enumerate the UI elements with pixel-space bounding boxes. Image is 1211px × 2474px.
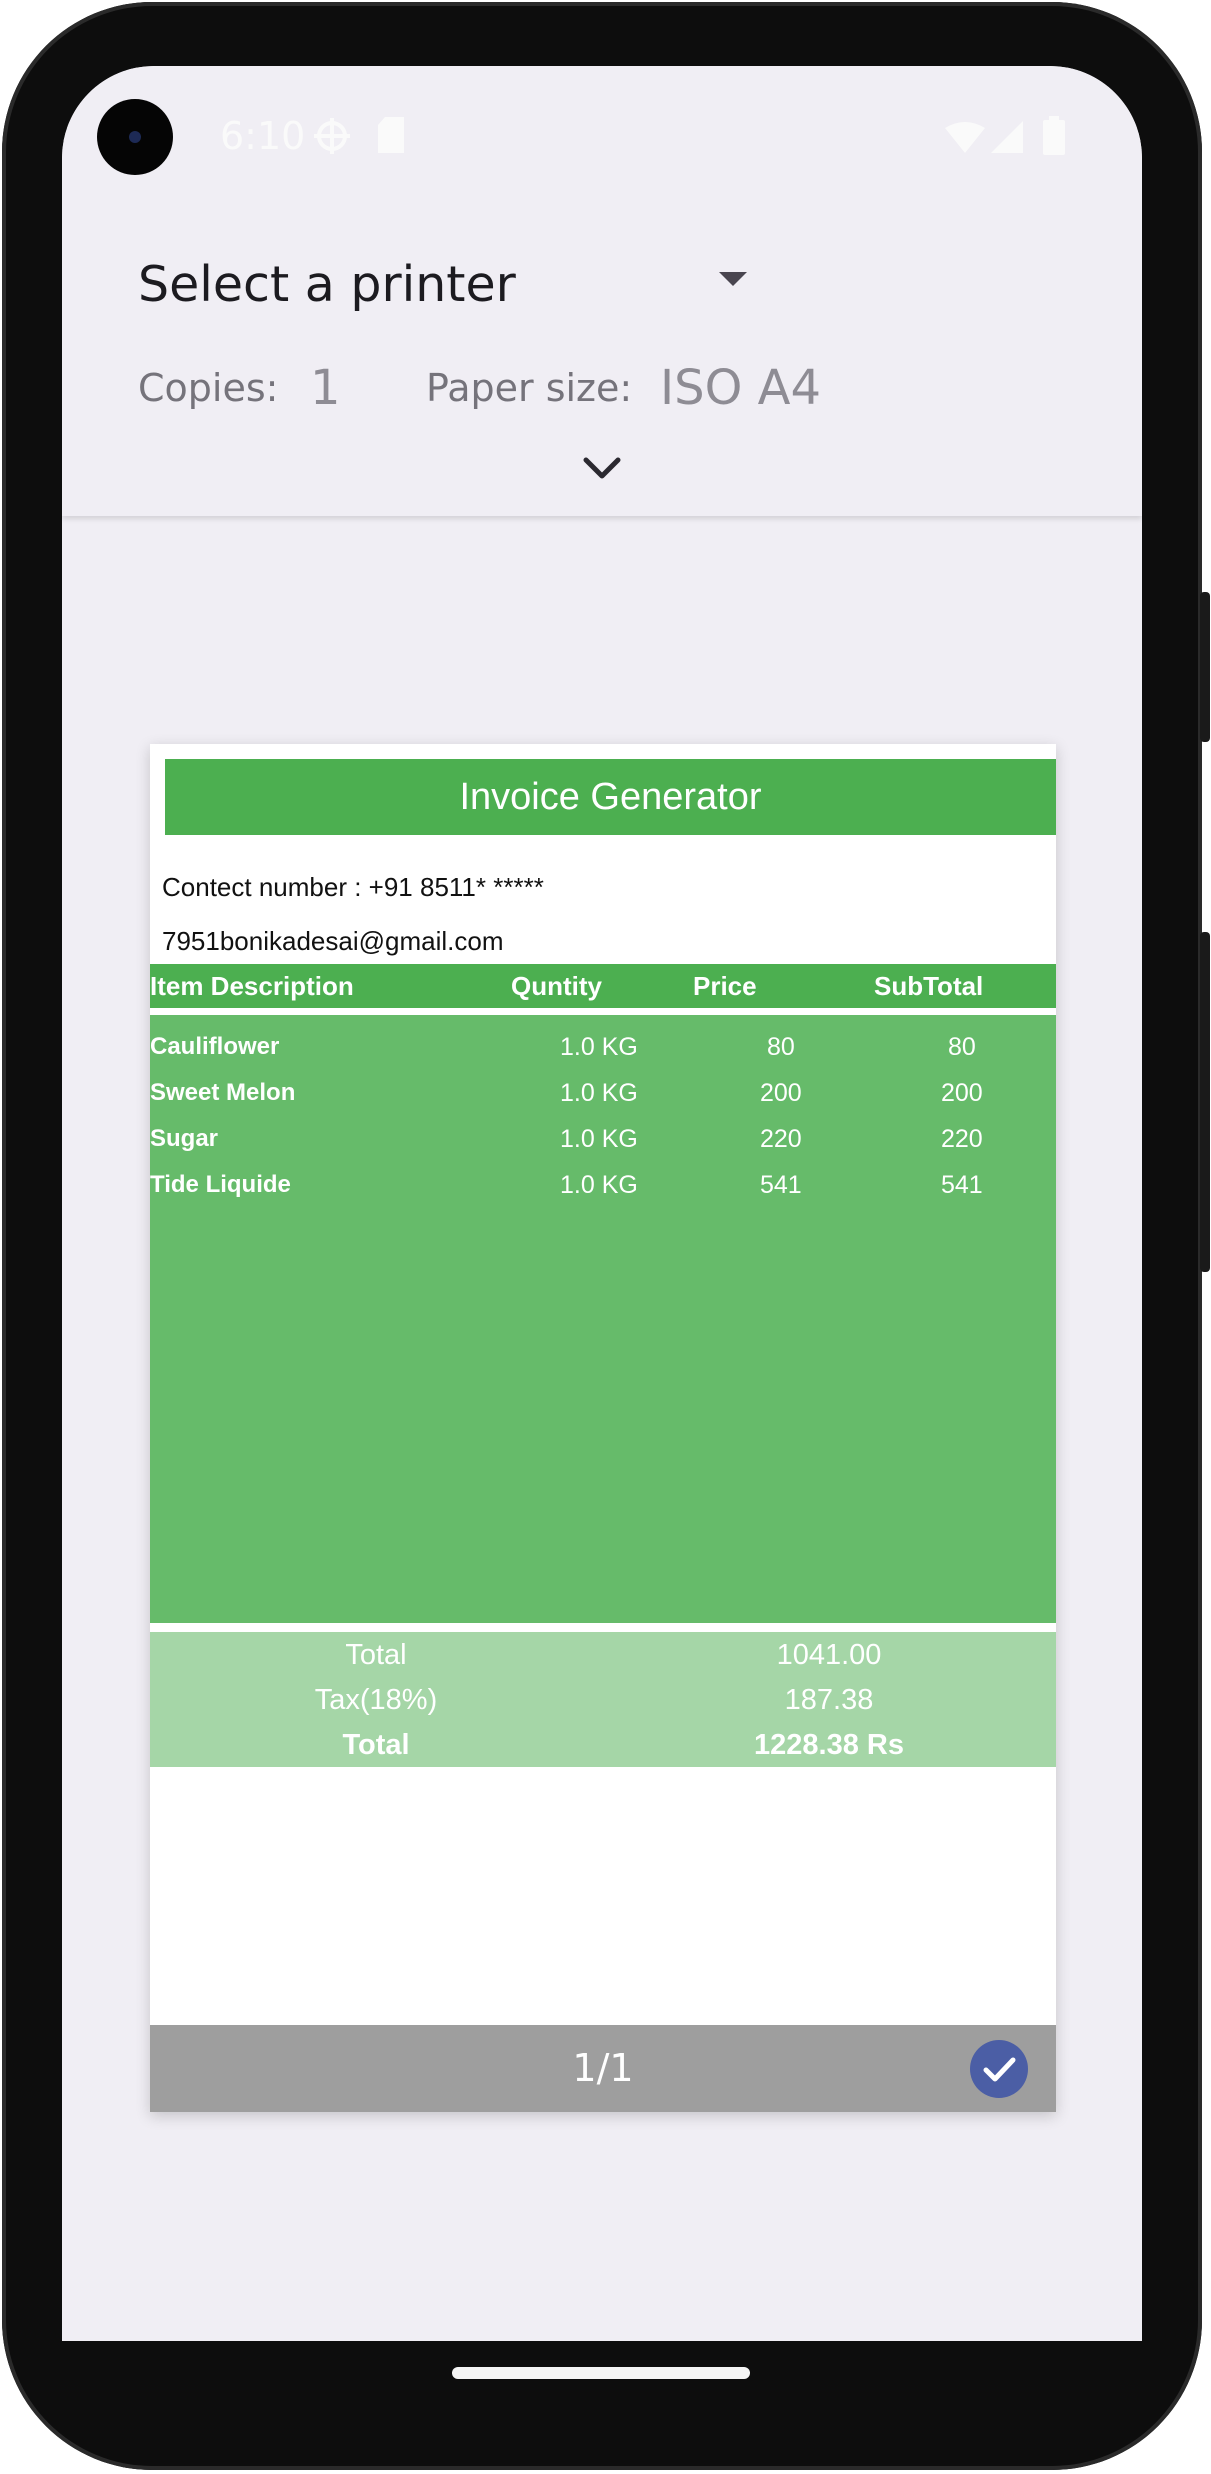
item-quantity: 1.0 KG <box>560 1171 638 1199</box>
column-header-description: Item Description <box>150 971 354 1001</box>
invoice-table-header: Item Description Quntity Price SubTotal <box>150 964 1056 1008</box>
column-header-quantity: Quntity <box>511 971 602 1001</box>
volume-button <box>1200 932 1210 1272</box>
signal-icon <box>991 121 1023 153</box>
item-quantity: 1.0 KG <box>560 1033 638 1061</box>
item-description: Cauliflower <box>150 1033 280 1060</box>
wifi-icon <box>945 122 985 153</box>
copies-value[interactable]: 1 <box>310 360 341 416</box>
invoice-title: Invoice Generator <box>165 759 1056 835</box>
item-description: Tide Liquide <box>150 1171 291 1198</box>
item-subtotal: 80 <box>948 1033 976 1061</box>
copies-label: Copies: <box>138 366 279 410</box>
item-price: 200 <box>760 1079 802 1107</box>
print-preview-page[interactable]: Invoice Generator Contect number : +91 8… <box>150 744 1056 2112</box>
table-row: Sweet Melon 1.0 KG 200 200 <box>150 1071 1056 1115</box>
front-camera <box>97 99 173 175</box>
total-label: Total <box>345 1639 407 1671</box>
item-quantity: 1.0 KG <box>560 1079 638 1107</box>
item-price: 80 <box>767 1033 795 1061</box>
invoice-contact-number: Contect number : +91 8511* ***** <box>162 872 544 902</box>
screen: 6:10 Select a printer Copies: 1 Paper si… <box>62 66 1142 2341</box>
page-indicator: 1/1 <box>572 2046 634 2090</box>
table-row: Sugar 1.0 KG 220 220 <box>150 1117 1056 1161</box>
item-subtotal: 541 <box>941 1171 983 1199</box>
item-price: 541 <box>760 1171 802 1199</box>
preview-page-footer: 1/1 <box>150 2025 1056 2112</box>
invoice-email: 7951bonikadesai@gmail.com <box>162 926 504 956</box>
column-header-subtotal: SubTotal <box>874 971 984 1001</box>
printer-select-dropdown[interactable]: Select a printer <box>138 246 818 326</box>
column-header-price: Price <box>693 971 757 1001</box>
data-saver-icon <box>314 118 350 154</box>
check-icon <box>983 2057 1016 2082</box>
tax-value: 187.38 <box>784 1684 874 1716</box>
status-time: 6:10 <box>220 114 306 158</box>
phone-frame: 6:10 Select a printer Copies: 1 Paper si… <box>2 2 1210 2470</box>
grand-total-label: Total <box>342 1729 410 1761</box>
paper-size-value[interactable]: ISO A4 <box>660 360 821 416</box>
power-button <box>1200 592 1210 742</box>
tax-label: Tax(18%) <box>314 1684 438 1716</box>
sd-card-icon <box>378 117 404 153</box>
print-options-header: 6:10 Select a printer Copies: 1 Paper si… <box>62 66 1142 516</box>
printer-select-label: Select a printer <box>138 256 516 313</box>
expand-options-chevron-icon[interactable] <box>578 450 626 486</box>
total-value: 1041.00 <box>776 1639 882 1671</box>
item-subtotal: 220 <box>941 1125 983 1153</box>
item-price: 220 <box>760 1125 802 1153</box>
item-quantity: 1.0 KG <box>560 1125 638 1153</box>
invoice-table-body: Cauliflower 1.0 KG 80 80 Sweet Melon 1.0… <box>150 1015 1056 1623</box>
grand-total-value: 1228.38 Rs <box>754 1729 904 1761</box>
home-indicator[interactable] <box>452 2367 750 2379</box>
paper-size-label: Paper size: <box>426 366 633 410</box>
battery-icon <box>1043 116 1065 155</box>
page-select-checkbox[interactable] <box>970 2040 1028 2098</box>
item-description: Sugar <box>150 1125 219 1152</box>
item-subtotal: 200 <box>941 1079 983 1107</box>
invoice-totals: Total 1041.00 Tax(18%) 187.38 Total 1228… <box>150 1632 1056 1767</box>
table-row: Cauliflower 1.0 KG 80 80 <box>150 1025 1056 1069</box>
table-row: Tide Liquide 1.0 KG 541 541 <box>150 1163 1056 1207</box>
item-description: Sweet Melon <box>150 1079 296 1106</box>
dropdown-arrow-icon <box>719 272 747 286</box>
